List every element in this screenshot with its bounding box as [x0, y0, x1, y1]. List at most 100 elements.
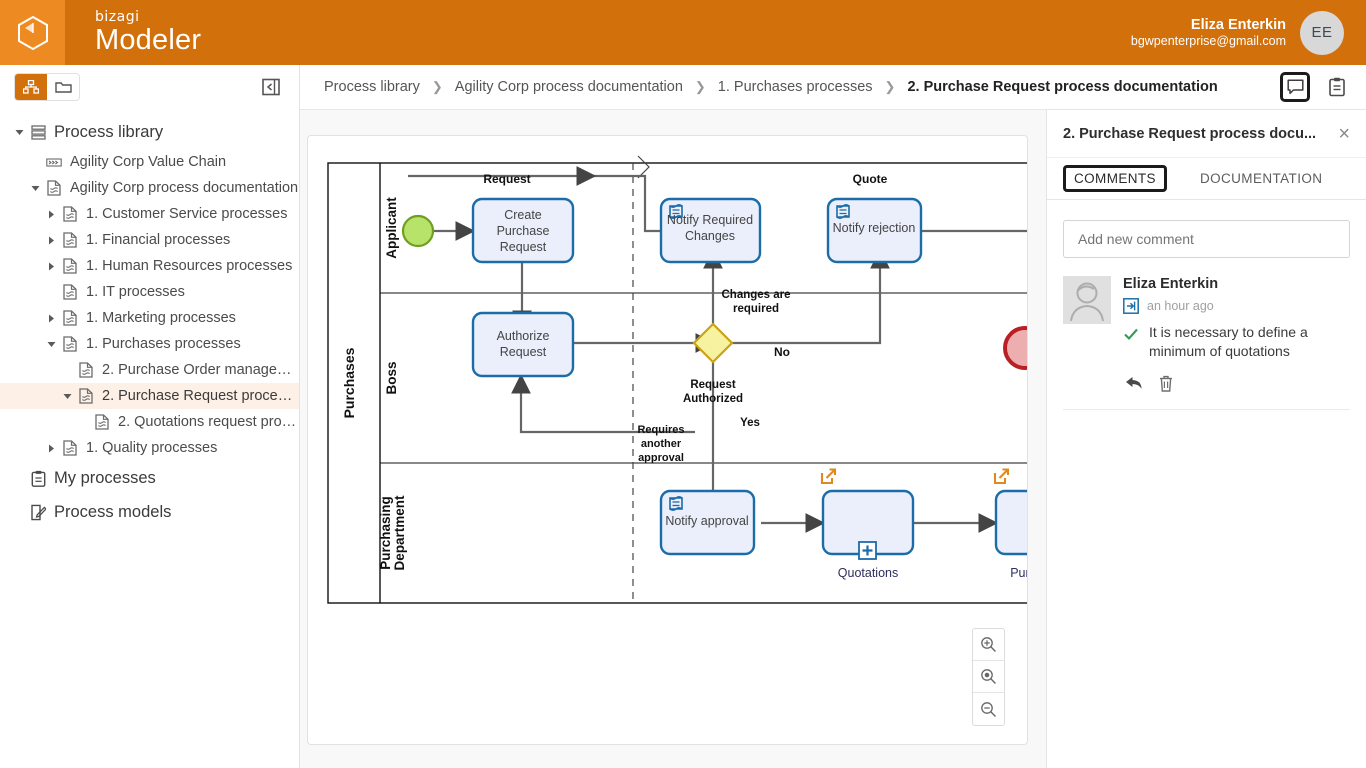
tree-item-2-quotations-request-process[interactable]: 2. Quotations request process...: [0, 409, 299, 435]
comment-avatar: [1063, 276, 1111, 324]
lane-label-purchasing-1: Purchasing: [378, 496, 393, 570]
sidebar: Process library Agility Corp Value Chain A…: [0, 65, 300, 768]
close-icon[interactable]: ×: [1328, 124, 1350, 144]
task-notify-required-changes: Notify Required Changes: [659, 197, 762, 264]
chevron-down-icon[interactable]: [60, 389, 74, 403]
add-comment-field[interactable]: [1063, 220, 1350, 258]
breadcrumb-item-0[interactable]: Process library: [324, 79, 420, 95]
doc-icon: [45, 180, 63, 196]
library-icon: [29, 124, 47, 140]
tree-item-my-processes[interactable]: My processes: [0, 461, 299, 495]
tree-item-2-purchase-order-management[interactable]: 2. Purchase Order management ...: [0, 357, 299, 383]
twisty-placeholder: [12, 505, 26, 519]
process-tree: Process library Agility Corp Value Chain A…: [0, 109, 299, 529]
tree-item-label: 2. Purchase Request process do...: [102, 388, 299, 404]
tree-item-1-marketing-processes[interactable]: 1. Marketing processes: [0, 305, 299, 331]
documentation-panel-toggle[interactable]: [1326, 75, 1348, 99]
tree-item-1-customer-service-processes[interactable]: 1. Customer Service processes: [0, 201, 299, 227]
lane-label-purchasing-2: Department: [392, 495, 407, 571]
zoom-out-button[interactable]: [973, 693, 1004, 725]
tree-item-1-it-processes[interactable]: 1. IT processes: [0, 279, 299, 305]
twisty-placeholder: [76, 415, 90, 429]
zoom-in-button[interactable]: [973, 629, 1004, 661]
edit-doc-icon: [29, 504, 47, 521]
comments-panel-toggle[interactable]: [1280, 72, 1310, 102]
zoom-fit-button[interactable]: [973, 661, 1004, 693]
tab-documentation[interactable]: DOCUMENTATION: [1191, 165, 1331, 192]
lane-label-boss: Boss: [384, 361, 399, 394]
chevron-right-icon[interactable]: [44, 441, 58, 455]
doc-icon: [61, 258, 79, 274]
end-event: [1003, 326, 1027, 370]
tree-item-label: 1. Purchases processes: [86, 336, 241, 352]
start-event: [401, 214, 435, 248]
tree-item-label: Agility Corp process documentation: [70, 180, 299, 196]
breadcrumb-item-2[interactable]: 1. Purchases processes: [718, 79, 873, 95]
doc-icon: [61, 440, 79, 456]
tree-view-button[interactable]: [15, 74, 47, 100]
flow-label-no: No: [774, 345, 790, 359]
tree-item-agility-corp-process-documentation[interactable]: Agility Corp process documentation: [0, 175, 299, 201]
twisty-placeholder: [44, 285, 58, 299]
twisty-placeholder: [12, 471, 26, 485]
brand-block: bizagi Modeler: [95, 10, 201, 55]
tree-item-1-human-resources-processes[interactable]: 1. Human Resources processes: [0, 253, 299, 279]
comments-panel-tabs: COMMENTS DOCUMENTATION: [1047, 158, 1366, 200]
tree-item-1-financial-processes[interactable]: 1. Financial processes: [0, 227, 299, 253]
tree-item-process-models[interactable]: Process models: [0, 495, 299, 529]
comment-item: Eliza Enterkin an hour ago It is necessa…: [1063, 276, 1350, 410]
task-notify-approval: Notify approval: [659, 489, 756, 556]
expand-marker-icon: [858, 541, 877, 560]
add-comment-input[interactable]: [1076, 230, 1337, 248]
chevron-down-icon[interactable]: [44, 337, 58, 351]
cube-logo-icon: [17, 15, 48, 50]
bpmn-diagram: Purchases Applicant Boss Purchasing Depa…: [327, 155, 1028, 604]
chevron-right-icon[interactable]: [44, 207, 58, 221]
check-icon: [1124, 328, 1138, 341]
twisty-placeholder: [28, 155, 42, 169]
tree-item-1-quality-processes[interactable]: 1. Quality processes: [0, 435, 299, 461]
tree-item-2-purchase-request-process-do[interactable]: 2. Purchase Request process do...: [0, 383, 299, 409]
lane-label-applicant: Applicant: [384, 197, 399, 259]
svg-text:Notify approval: Notify approval: [665, 514, 748, 528]
svg-text:Purchase: Purchase: [497, 224, 550, 238]
tab-comments[interactable]: COMMENTS: [1063, 165, 1167, 192]
reply-button[interactable]: [1125, 375, 1143, 397]
doc-icon: [61, 284, 79, 300]
collapse-icon: [262, 78, 280, 96]
subprocess-quotations: Quotations: [820, 468, 915, 580]
svg-text:Purcha: Purcha: [1010, 566, 1028, 580]
chevron-right-icon[interactable]: [44, 233, 58, 247]
svg-text:Notify Required: Notify Required: [667, 213, 753, 227]
app-logo[interactable]: [0, 0, 65, 65]
tree-item-process-library[interactable]: Process library: [0, 115, 299, 149]
comment-icon: [1286, 79, 1304, 95]
folder-view-button[interactable]: [47, 74, 79, 100]
svg-text:Authorize: Authorize: [497, 329, 550, 343]
tree-item-label: Agility Corp Value Chain: [70, 154, 227, 170]
doc-icon: [61, 206, 79, 222]
comment-actions: [1123, 375, 1350, 397]
breadcrumb-item-1[interactable]: Agility Corp process documentation: [455, 79, 683, 95]
flow-label-quote: Quote: [853, 172, 888, 186]
breadcrumb-separator: ❯: [694, 79, 706, 94]
app-header: bizagi Modeler Eliza Enterkin bgwpenterp…: [0, 0, 1366, 65]
chevron-right-icon[interactable]: [44, 259, 58, 273]
hierarchy-icon: [23, 80, 39, 94]
subprocess-purchase: Purcha: [993, 468, 1028, 580]
trash-icon: [1160, 375, 1172, 392]
chevron-right-icon[interactable]: [44, 311, 58, 325]
product-name: Modeler: [95, 24, 202, 56]
user-area[interactable]: Eliza Enterkin bgwpenterprise@gmail.com …: [1131, 10, 1366, 55]
chevron-down-icon[interactable]: [12, 125, 26, 139]
tree-item-1-purchases-processes[interactable]: 1. Purchases processes: [0, 331, 299, 357]
comment-timestamp: an hour ago: [1147, 299, 1214, 313]
collapse-panel-button[interactable]: [261, 77, 281, 97]
avatar[interactable]: EE: [1300, 10, 1344, 55]
tree-item-label: 2. Purchase Order management ...: [102, 362, 299, 378]
tree-item-label: 1. Quality processes: [86, 440, 218, 456]
tree-item-agility-corp-value-chain[interactable]: Agility Corp Value Chain: [0, 149, 299, 175]
delete-button[interactable]: [1159, 375, 1173, 397]
diagram-canvas[interactable]: Purchases Applicant Boss Purchasing Depa…: [307, 135, 1028, 745]
chevron-down-icon[interactable]: [28, 181, 42, 195]
